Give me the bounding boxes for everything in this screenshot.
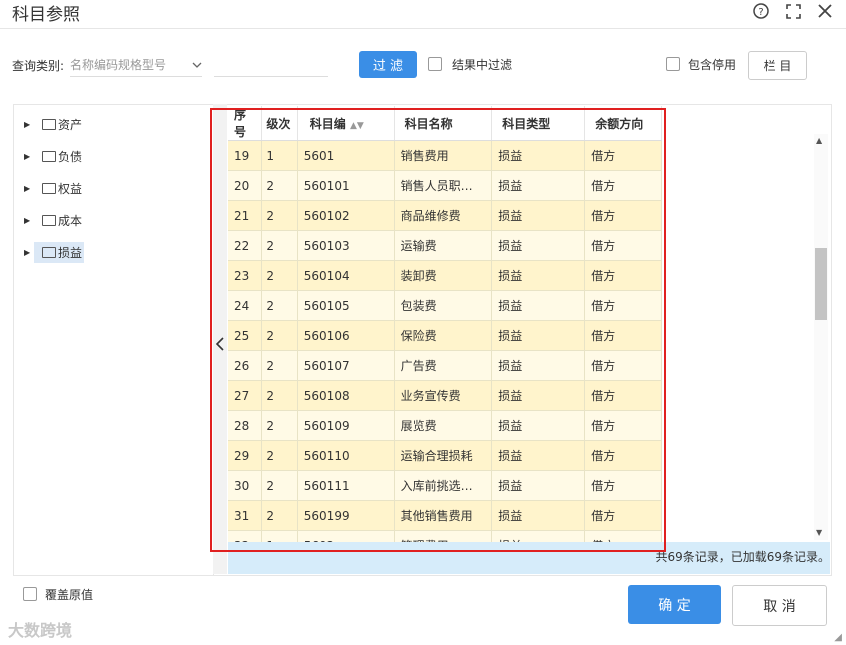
scroll-up-icon[interactable]: ▲: [816, 136, 822, 145]
result-filter-label: 结果中过滤: [452, 58, 513, 72]
svg-text:?: ?: [758, 7, 763, 18]
vertical-scrollbar[interactable]: [814, 134, 828, 540]
watermark: 大数跨境: [8, 621, 73, 640]
expand-arrow-icon[interactable]: ▶: [24, 152, 34, 161]
folder-icon: [42, 118, 56, 130]
folder-icon: [42, 246, 56, 258]
columns-button[interactable]: 栏 目: [748, 51, 807, 80]
close-icon[interactable]: [816, 2, 834, 20]
folder-icon: [42, 182, 56, 194]
expand-arrow-icon[interactable]: ▶: [24, 216, 34, 225]
record-count: 共69条记录，已加载69条记录。: [655, 550, 830, 564]
help-circle-icon[interactable]: ?: [752, 2, 770, 20]
tree-item-assets[interactable]: ▶ 资产: [24, 114, 84, 134]
highlight-box: [210, 108, 666, 552]
category-tree: ▶ 资产 ▶ 负债 ▶ 权益 ▶ 成本 ▶ 损益: [13, 104, 215, 576]
tree-item-liabilities[interactable]: ▶ 负债: [24, 146, 84, 166]
tree-item-label: 资产: [58, 117, 83, 132]
tree-item-label: 成本: [58, 213, 83, 228]
folder-icon: [42, 214, 56, 226]
overwrite-checkbox[interactable]: [23, 587, 37, 601]
resize-handle-icon[interactable]: ◢: [834, 632, 842, 643]
expand-arrow-icon[interactable]: ▶: [24, 120, 34, 129]
tree-item-equity[interactable]: ▶ 权益: [24, 178, 84, 198]
include-disabled-checkbox[interactable]: [666, 57, 680, 71]
overwrite-label: 覆盖原值: [45, 588, 94, 602]
window-controls: ?: [752, 2, 834, 20]
confirm-button[interactable]: 确 定: [628, 585, 721, 624]
expand-arrow-icon[interactable]: ▶: [24, 248, 34, 257]
result-filter-checkbox[interactable]: [428, 57, 442, 71]
maximize-icon[interactable]: [784, 2, 802, 20]
tree-item-label: 负债: [58, 149, 83, 164]
query-category-select[interactable]: 名称编码规格型号: [70, 52, 202, 77]
cancel-button[interactable]: 取 消: [732, 585, 827, 626]
title-divider: [0, 28, 846, 29]
expand-arrow-icon[interactable]: ▶: [24, 184, 34, 193]
tree-item-cost[interactable]: ▶ 成本: [24, 210, 84, 230]
query-category-label: 查询类别:: [12, 59, 65, 73]
select-placeholder: 名称编码规格型号: [70, 57, 167, 72]
scroll-down-icon[interactable]: ▼: [816, 528, 822, 537]
tree-item-label: 权益: [58, 181, 83, 196]
folder-icon: [42, 150, 56, 162]
tree-item-profit-loss[interactable]: ▶ 损益: [24, 241, 85, 263]
dialog-title: 科目参照: [12, 5, 80, 25]
filter-text-input[interactable]: [214, 52, 328, 77]
tree-item-label: 损益: [58, 245, 83, 260]
scrollbar-thumb[interactable]: [815, 248, 827, 320]
include-disabled-label: 包含停用: [688, 58, 737, 72]
chevron-down-icon: [192, 57, 202, 71]
filter-button[interactable]: 过 滤: [359, 51, 417, 78]
